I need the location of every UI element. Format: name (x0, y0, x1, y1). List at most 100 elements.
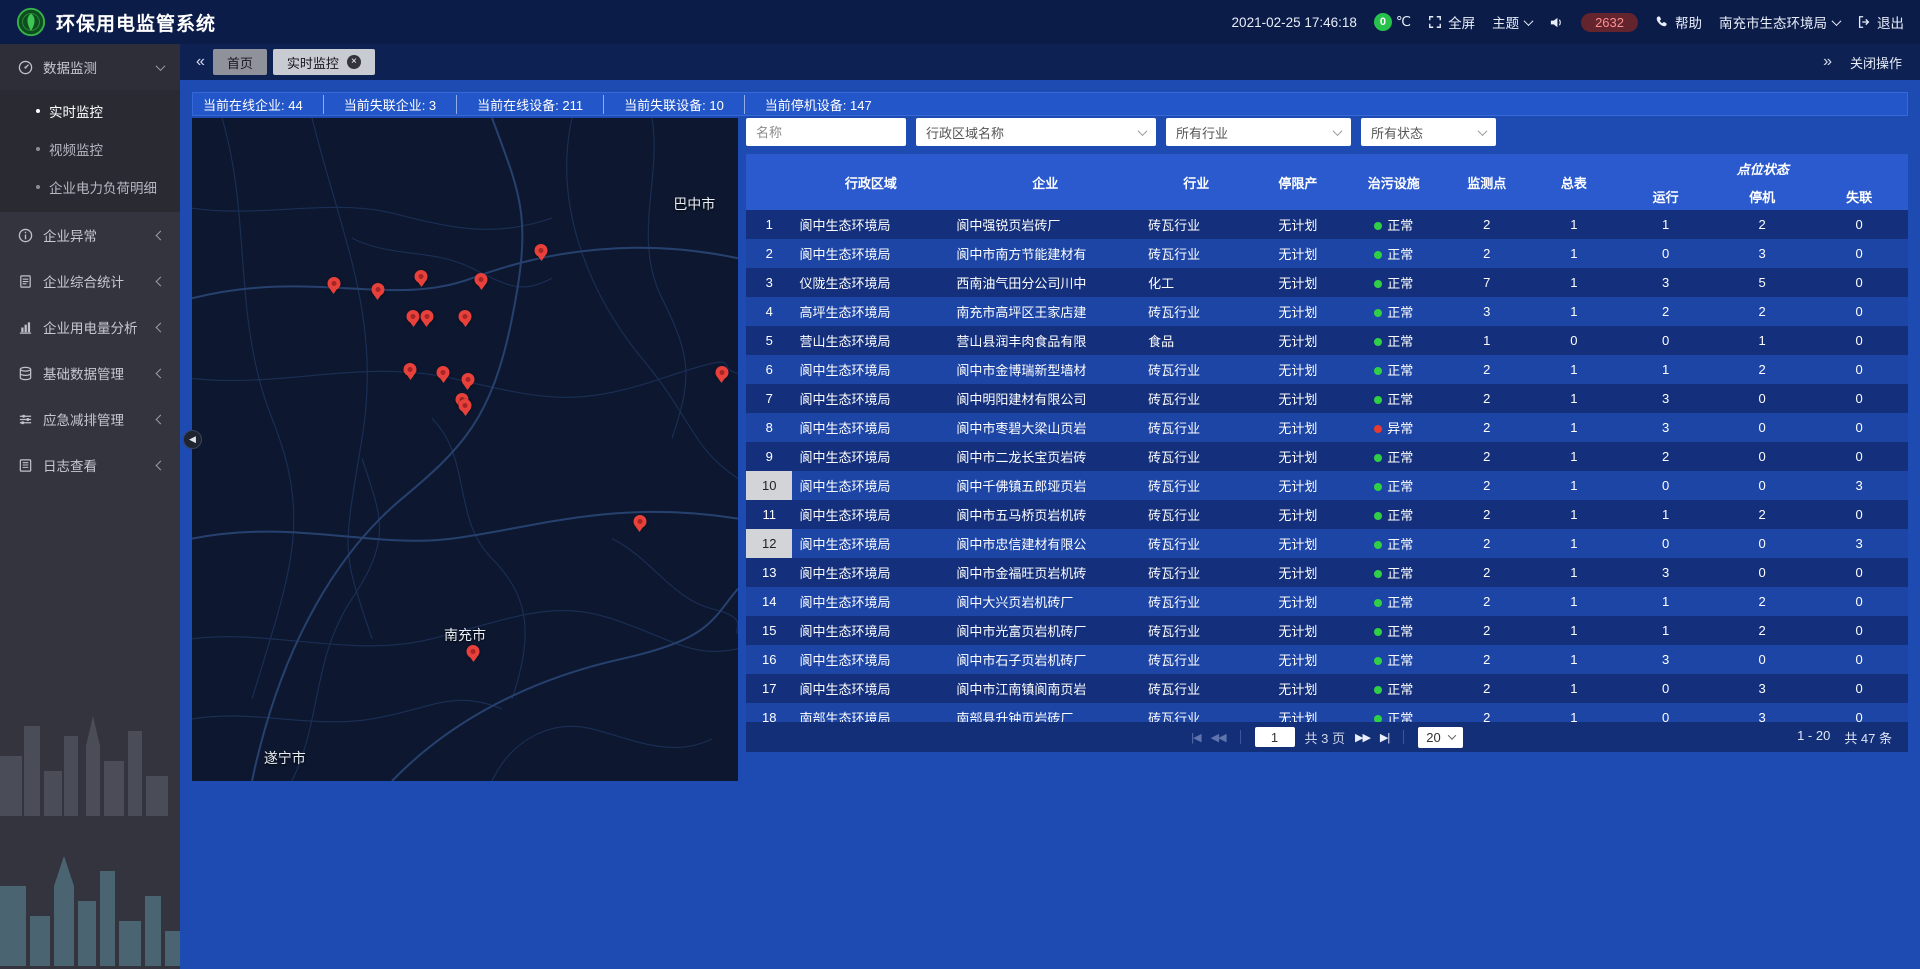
sidebar-group-1[interactable]: 企业异常 (0, 212, 180, 258)
map-panel[interactable]: 巴中市南充市遂宁市 (192, 118, 738, 781)
next-page-button[interactable]: ▶▶ (1355, 731, 1370, 744)
sidebar-group-0[interactable]: 数据监测 (0, 44, 180, 90)
sidebar-item[interactable]: 实时监控 (0, 92, 180, 130)
cell-company: 阆中市金福旺页岩机砖 (949, 558, 1141, 587)
chevron-down-icon (1524, 16, 1534, 26)
table-row[interactable]: 11阆中生态环境局阆中市五马桥页岩机砖砖瓦行业无计划正常21120 (746, 500, 1908, 529)
status-ok-icon (1374, 541, 1382, 549)
pagination-bar: |◀ ◀◀ 共 3 页 ▶▶ ▶| 20 (746, 722, 1908, 752)
tab-home[interactable]: 首页 (213, 49, 267, 75)
table-row[interactable]: 9阆中生态环境局阆中市二龙长宝页岩砖砖瓦行业无计划正常21200 (746, 442, 1908, 471)
tab-realtime-monitor[interactable]: 实时监控 (273, 49, 375, 75)
table-row[interactable]: 12阆中生态环境局阆中市忠信建材有限公砖瓦行业无计划正常21003 (746, 529, 1908, 558)
cell-monitor-points: 2 (1443, 645, 1530, 674)
map-pin-icon[interactable] (633, 515, 646, 528)
table-row[interactable]: 8阆中生态环境局阆中市枣碧大梁山页岩砖瓦行业无计划异常21300 (746, 413, 1908, 442)
cell-monitor-points: 2 (1443, 674, 1530, 703)
table-row[interactable]: 14阆中生态环境局阆中大兴页岩机砖厂砖瓦行业无计划正常21120 (746, 587, 1908, 616)
map-pin-icon[interactable] (475, 273, 488, 286)
theme-dropdown[interactable]: 主题 (1492, 12, 1532, 32)
map-pin-icon[interactable] (459, 310, 472, 323)
map-pin-icon[interactable] (461, 373, 474, 386)
map-pin-icon[interactable] (467, 645, 480, 658)
table-row[interactable]: 17阆中生态环境局阆中市江南镇阆南页岩砖瓦行业无计划正常21030 (746, 674, 1908, 703)
map-pin-icon[interactable] (715, 366, 728, 379)
sidebar-item[interactable]: 视频监控 (0, 130, 180, 168)
skyline-decoration (0, 676, 180, 819)
status-filter-select[interactable]: 所有状态 (1361, 118, 1496, 146)
status-error-icon (1374, 425, 1382, 433)
speaker-button[interactable] (1549, 15, 1564, 30)
map-pin-icon[interactable] (420, 310, 433, 323)
first-page-button[interactable]: |◀ (1191, 731, 1200, 744)
sidebar-group-4[interactable]: 基础数据管理 (0, 350, 180, 396)
map-pin-icon[interactable] (535, 244, 548, 257)
table-row[interactable]: 2阆中生态环境局阆中市南方节能建材有砖瓦行业无计划正常21030 (746, 239, 1908, 268)
map-pin-icon[interactable] (437, 366, 450, 379)
table-row[interactable]: 15阆中生态环境局阆中市光富页岩机砖厂砖瓦行业无计划正常21120 (746, 616, 1908, 645)
page-number-input[interactable] (1255, 727, 1295, 747)
map-pin-icon[interactable] (327, 277, 340, 290)
temperature-value: 0 (1374, 13, 1392, 31)
notice-count-badge[interactable]: 2632 (1581, 13, 1638, 32)
stat-item: 当前失联企业: 3 (323, 95, 436, 114)
help-button[interactable]: 帮助 (1655, 12, 1702, 32)
page-size-select[interactable]: 20 (1418, 727, 1462, 748)
table-row[interactable]: 4高坪生态环境局南充市高坪区王家店建砖瓦行业无计划正常31220 (746, 297, 1908, 326)
cell-stopped: 0 (1714, 442, 1810, 471)
prev-page-button[interactable]: ◀◀ (1211, 731, 1226, 744)
table-row[interactable]: 13阆中生态环境局阆中市金福旺页岩机砖砖瓦行业无计划正常21300 (746, 558, 1908, 587)
table-zone: 行政区域 企业 行业 停限产 治污设施 监测点 总表 点位状态 (746, 154, 1908, 752)
last-page-button[interactable]: ▶| (1380, 731, 1389, 744)
logout-button[interactable]: 退出 (1857, 12, 1904, 32)
sidebar-group-5[interactable]: 应急减排管理 (0, 396, 180, 442)
map-pin-icon[interactable] (371, 283, 384, 296)
info-icon (18, 228, 33, 243)
table-row[interactable]: 16阆中生态环境局阆中市石子页岩机砖厂砖瓦行业无计划正常21300 (746, 645, 1908, 674)
cell-stopped: 2 (1714, 587, 1810, 616)
sidebar-group-6[interactable]: 日志查看 (0, 442, 180, 488)
fullscreen-button[interactable]: 全屏 (1428, 12, 1475, 32)
table-row[interactable]: 3仪陇生态环境局西南油气田分公司川中化工无计划正常71350 (746, 268, 1908, 297)
cell-monitor-points: 3 (1443, 297, 1530, 326)
map-pin-icon[interactable] (415, 270, 428, 283)
cell-total-meter: 1 (1530, 210, 1617, 239)
status-ok-icon (1374, 454, 1382, 462)
table-row[interactable]: 5营山生态环境局营山县润丰肉食品有限食品无计划正常10010 (746, 326, 1908, 355)
map-pin-icon[interactable] (407, 310, 420, 323)
cell-stop-limit: 无计划 (1251, 268, 1344, 297)
table-row[interactable]: 1阆中生态环境局阆中强锐页岩砖厂砖瓦行业无计划正常21120 (746, 210, 1908, 239)
table-row[interactable]: 10阆中生态环境局阆中千佛镇五郎垭页岩砖瓦行业无计划正常21003 (746, 471, 1908, 500)
status-ok-icon (1374, 222, 1382, 230)
region-filter-select[interactable]: 行政区域名称 (916, 118, 1156, 146)
fullscreen-icon (1428, 15, 1442, 29)
map-collapse-button[interactable] (183, 430, 202, 449)
header-point-status-group: 点位状态 (1617, 154, 1908, 182)
range-label: 1 - 20 (1797, 728, 1830, 747)
cell-region: 阆中生态环境局 (792, 616, 949, 645)
cell-industry: 砖瓦行业 (1141, 616, 1251, 645)
name-filter-input[interactable] (746, 118, 906, 146)
tabs-scroll-right-button[interactable]: » (1815, 53, 1840, 71)
table-row[interactable]: 6阆中生态环境局阆中市金博瑞新型墙材砖瓦行业无计划正常21120 (746, 355, 1908, 384)
cell-running: 0 (1617, 239, 1713, 268)
cell-monitor-points: 1 (1443, 326, 1530, 355)
tab-close-icon[interactable] (347, 55, 361, 69)
cell-total-meter: 0 (1530, 326, 1617, 355)
workspace: 当前在线企业: 44当前失联企业: 3当前在线设备: 211当前失联设备: 10… (180, 80, 1920, 969)
table-row[interactable]: 7阆中生态环境局阆中明阳建材有限公司砖瓦行业无计划正常21300 (746, 384, 1908, 413)
org-dropdown[interactable]: 南充市生态环境局 (1719, 12, 1840, 32)
sidebar-group-2[interactable]: 企业综合统计 (0, 258, 180, 304)
cell-facility-status: 正常 (1344, 442, 1443, 471)
industry-filter-select[interactable]: 所有行业 (1166, 118, 1351, 146)
cell-company: 阆中市南方节能建材有 (949, 239, 1141, 268)
cell-region: 阆中生态环境局 (792, 471, 949, 500)
close-operations-button[interactable]: 关闭操作 (1850, 53, 1910, 72)
map-pin-icon[interactable] (404, 363, 417, 376)
tabs-scroll-left-button[interactable]: « (188, 53, 213, 71)
map-pin-icon[interactable] (459, 399, 472, 412)
cell-region: 阆中生态环境局 (792, 558, 949, 587)
sidebar-item[interactable]: 企业电力负荷明细 (0, 168, 180, 206)
cell-facility-status: 正常 (1344, 268, 1443, 297)
sidebar-group-3[interactable]: 企业用电量分析 (0, 304, 180, 350)
